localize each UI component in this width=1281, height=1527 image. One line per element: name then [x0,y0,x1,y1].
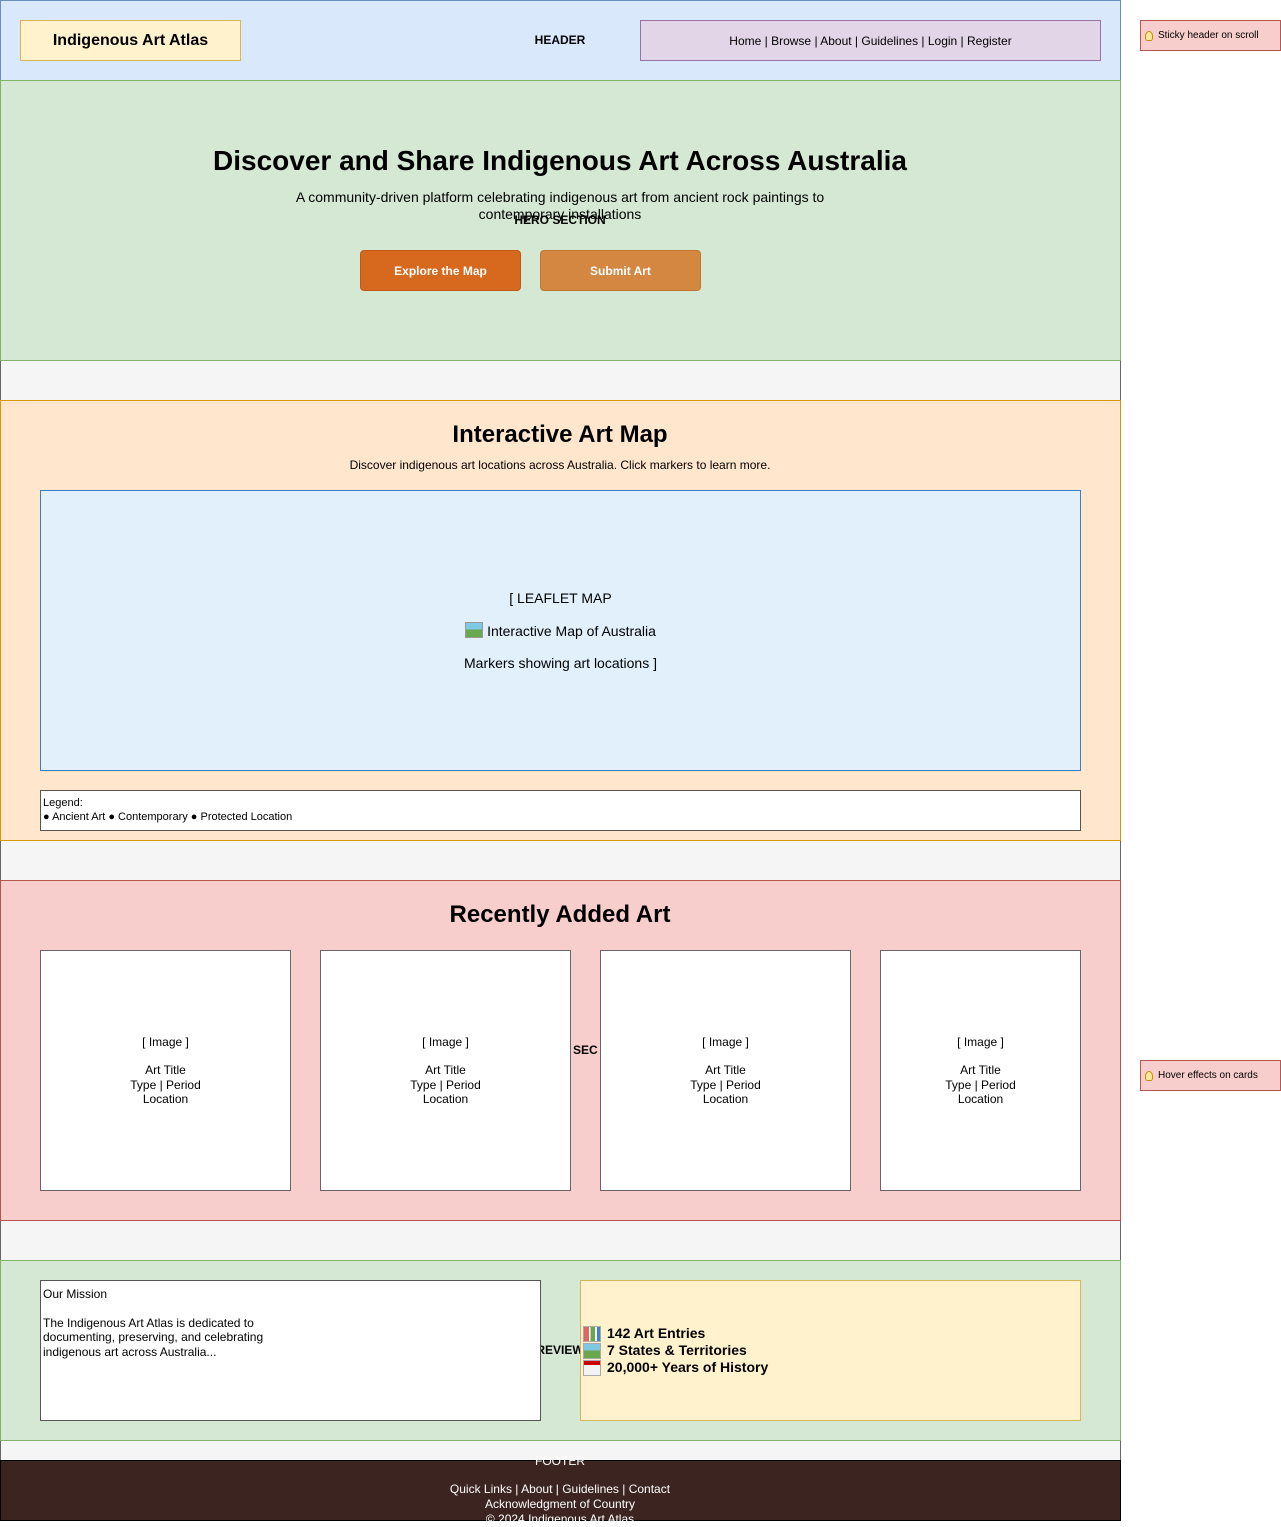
art-card-location: Location [422,1092,469,1106]
footer-section-label: FOOTER [535,1454,585,1468]
art-card-meta: Type | Period [130,1077,201,1092]
map-icon [583,1342,601,1359]
footer-links[interactable]: Quick Links | About | Guidelines | Conta… [300,1482,820,1497]
header-section-label: HEADER [534,33,586,47]
footer-content: Quick Links | About | Guidelines | Conta… [300,1482,820,1522]
recent-art-title: Recently Added Art [449,901,671,928]
stat-item: 142 Art Entries [583,1325,1080,1342]
art-card-location: Location [142,1092,189,1106]
map-placeholder-line: [ LEAFLET MAP [509,590,612,606]
lightbulb-icon [1145,1070,1153,1081]
art-card-image: [ Image ] [422,1034,469,1049]
sticky-header-note: Sticky header on scroll [1140,20,1281,51]
main-navigation[interactable]: Home | Browse | About | Guidelines | Log… [640,20,1101,61]
map-placeholder-text: Interactive Map of Australia [487,623,656,639]
leaflet-map-placeholder[interactable]: [ LEAFLET MAP Interactive Map of Austral… [40,490,1081,771]
stat-item: 20,000+ Years of History [583,1359,1080,1376]
legend-items: ● Ancient Art ● Contemporary ● Protected… [43,811,293,823]
note-text: Sticky header on scroll [1158,30,1259,41]
map-icon [465,622,484,638]
lightbulb-icon [1145,30,1153,41]
stats-box: 142 Art Entries 7 States & Territories 2… [580,1280,1081,1421]
mission-title: Our Mission [43,1287,108,1301]
stat-item: 7 States & Territories [583,1342,1080,1359]
hero-section-label: HERO SECTION [514,213,606,227]
footer-acknowledgment: Acknowledgment of Country [484,1497,636,1511]
site-logo[interactable]: Indigenous Art Atlas [20,20,241,61]
map-placeholder-line: Markers showing art locations ] [464,655,657,671]
hover-effects-note: Hover effects on cards [1140,1060,1281,1091]
art-card-image: [ Image ] [702,1034,749,1049]
stat-text: 7 States & Territories [607,1342,747,1358]
art-card-title: Art Title [425,1063,466,1077]
mission-body: The Indigenous Art Atlas is dedicated to… [43,1315,264,1359]
art-card-location: Location [702,1092,749,1106]
submit-art-button[interactable]: Submit Art [540,250,701,291]
map-section-title: Interactive Art Map [452,421,668,448]
hero-title: Discover and Share Indigenous Art Across… [213,145,907,176]
art-card-title: Art Title [960,1063,1001,1077]
art-card-meta: Type | Period [690,1077,761,1092]
art-card[interactable]: [ Image ] Art Title Type | Period Locati… [40,950,291,1191]
art-card[interactable]: [ Image ] Art Title Type | Period Locati… [880,950,1081,1191]
note-text: Hover effects on cards [1158,1070,1258,1081]
art-card[interactable]: [ Image ] Art Title Type | Period Locati… [600,950,851,1191]
legend-title: Legend: [43,797,83,809]
calendar-icon [583,1359,601,1376]
art-card-image: [ Image ] [957,1034,1004,1049]
art-card-title: Art Title [145,1063,186,1077]
footer-copyright: © 2024 Indigenous Art Atlas [485,1512,635,1522]
map-section-description: Discover indigenous art locations across… [349,458,771,472]
art-card-meta: Type | Period [410,1077,481,1092]
map-legend: Legend: ● Ancient Art ● Contemporary ● P… [40,790,1081,831]
art-card-title: Art Title [705,1063,746,1077]
mission-box: Our Mission The Indigenous Art Atlas is … [40,1280,541,1421]
art-card[interactable]: [ Image ] Art Title Type | Period Locati… [320,950,571,1191]
art-card-meta: Type | Period [945,1077,1016,1092]
bar-chart-icon [583,1325,601,1342]
map-placeholder-line: Interactive Map of Australia [465,622,656,639]
stat-text: 142 Art Entries [607,1325,706,1341]
art-card-image: [ Image ] [142,1034,189,1049]
stat-text: 20,000+ Years of History [607,1359,769,1375]
explore-map-button[interactable]: Explore the Map [360,250,521,291]
art-card-location: Location [957,1092,1004,1106]
